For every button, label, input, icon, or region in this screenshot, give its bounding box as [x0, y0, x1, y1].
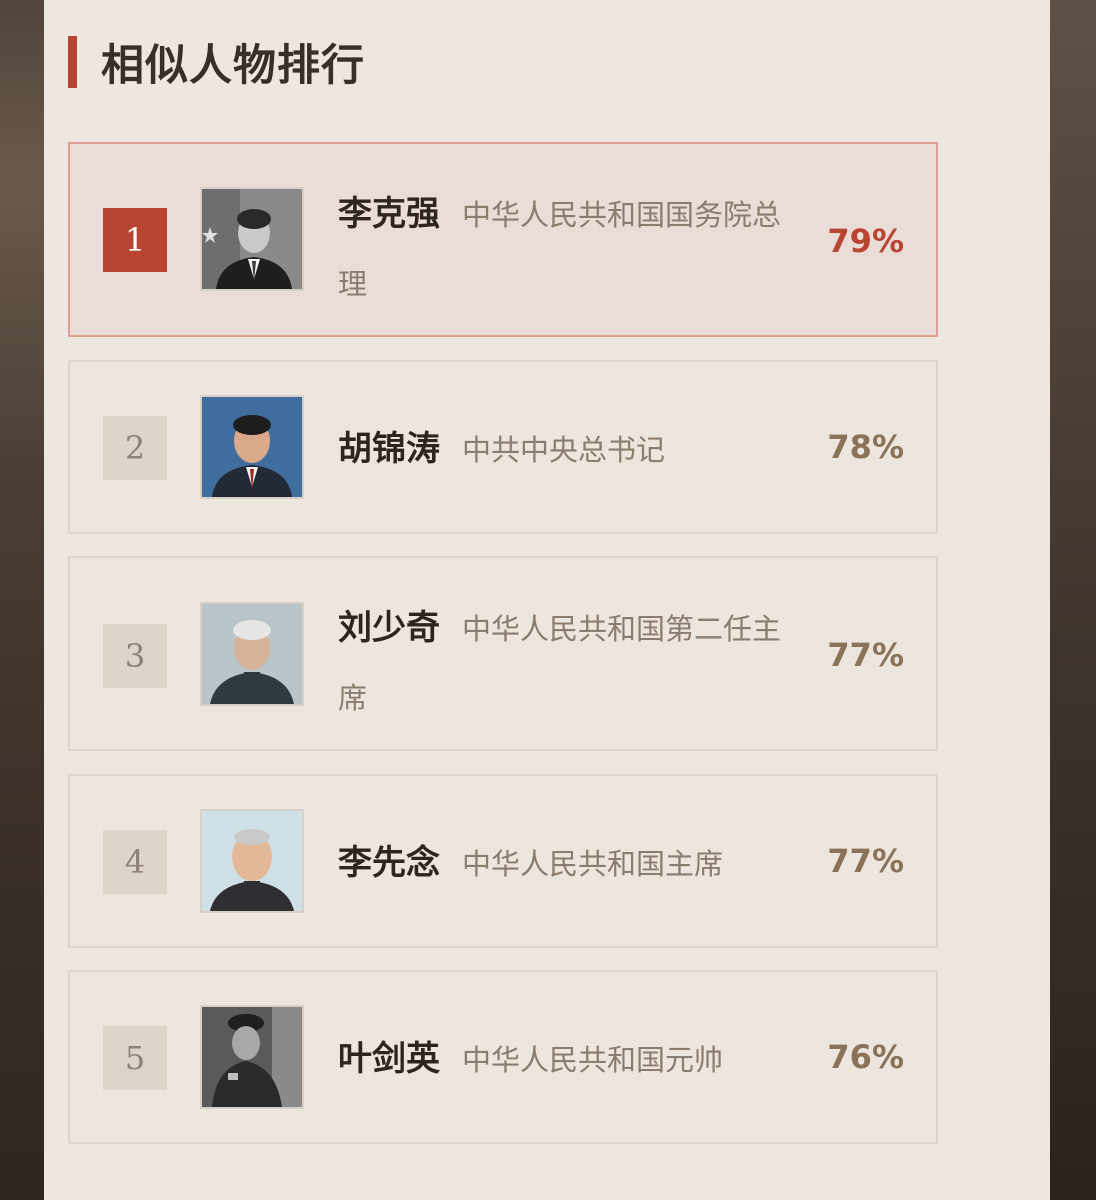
- person-description: 中共中央总书记: [462, 433, 666, 467]
- person-name: 叶剑英: [338, 1039, 440, 1079]
- title-accent-bar: [68, 36, 77, 88]
- ranking-item-1[interactable]: 1 李克强 中华人民共和国国务院总理 79%: [68, 142, 938, 337]
- ranking-item-2[interactable]: 2 胡锦涛 中共中央总书记 78%: [68, 360, 938, 534]
- person-info: 叶剑英 中华人民共和国元帅: [338, 1027, 808, 1097]
- portrait-photo-icon: [200, 809, 304, 913]
- person-description: 中华人民共和国元帅: [462, 1043, 724, 1077]
- person-description: 中华人民共和国主席: [462, 847, 724, 881]
- portrait-photo-icon: [200, 602, 304, 706]
- portrait-photo-icon: [200, 395, 304, 499]
- similarity-percent: 76%: [827, 1038, 904, 1076]
- portrait-photo-icon: [200, 1005, 304, 1109]
- similarity-percent: 78%: [827, 428, 904, 466]
- similarity-percent: 77%: [827, 842, 904, 880]
- section-header: 相似人物排行: [68, 36, 365, 91]
- person-name: 李克强: [338, 194, 440, 234]
- portrait-photo-icon: [200, 187, 304, 291]
- person-name: 刘少奇: [338, 608, 440, 648]
- rank-badge: 3: [103, 624, 167, 688]
- rank-badge: 5: [103, 1026, 167, 1090]
- section-title: 相似人物排行: [101, 41, 365, 91]
- background-right: [1050, 0, 1096, 1200]
- rank-badge: 1: [103, 208, 167, 272]
- similarity-percent: 77%: [827, 636, 904, 674]
- person-info: 胡锦涛 中共中央总书记: [338, 417, 808, 487]
- ranking-item-5[interactable]: 5 叶剑英 中华人民共和国元帅 76%: [68, 970, 938, 1144]
- rank-badge: 2: [103, 416, 167, 480]
- ranking-item-4[interactable]: 4 李先念 中华人民共和国主席 77%: [68, 774, 938, 948]
- ranking-item-3[interactable]: 3 刘少奇 中华人民共和国第二任主席 77%: [68, 556, 938, 751]
- person-info: 李克强 中华人民共和国国务院总理: [338, 182, 808, 321]
- rank-badge: 4: [103, 830, 167, 894]
- person-info: 李先念 中华人民共和国主席: [338, 831, 808, 901]
- person-name: 胡锦涛: [338, 429, 440, 469]
- background-left: [0, 0, 44, 1200]
- similarity-percent: 79%: [827, 222, 904, 260]
- person-name: 李先念: [338, 843, 440, 883]
- person-info: 刘少奇 中华人民共和国第二任主席: [338, 596, 808, 735]
